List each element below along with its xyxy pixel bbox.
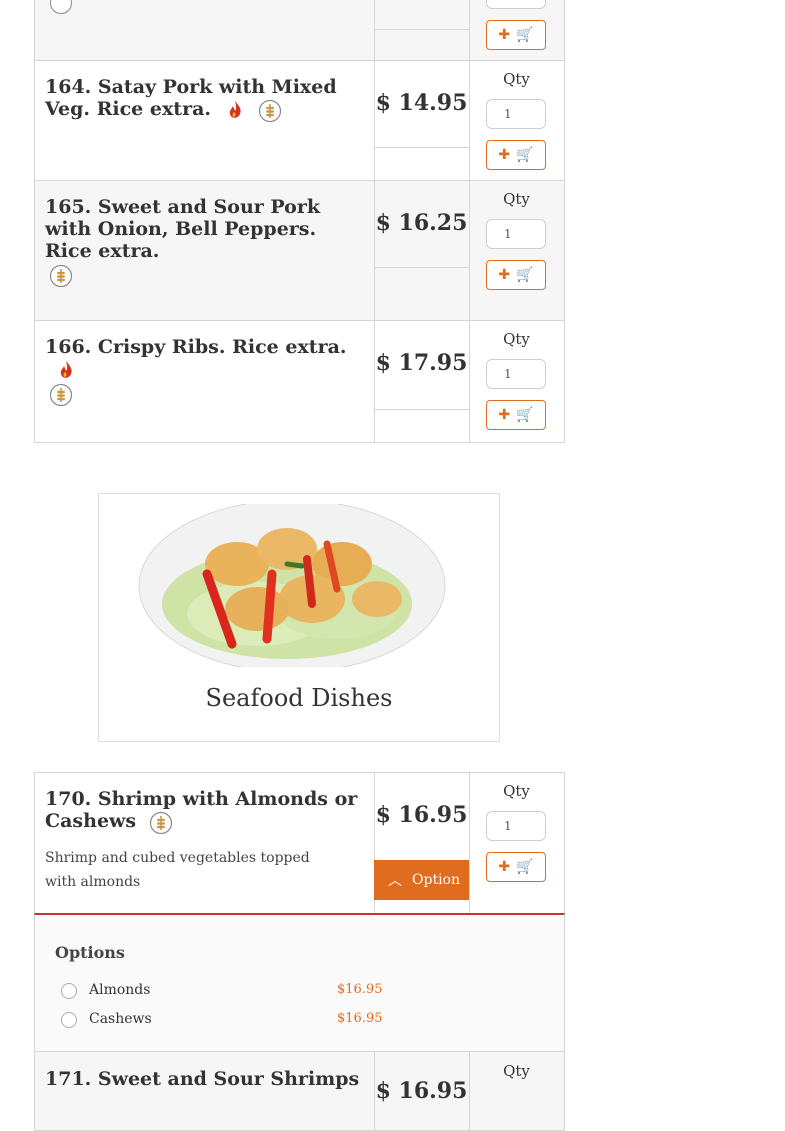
plus-icon: ✚ [498,147,511,163]
chevron-up-icon: ︿ [388,873,402,889]
add-to-cart-button[interactable]: ✚ 🛒 [486,140,546,170]
option-toggle-button[interactable]: ︿ Option [374,860,469,900]
add-to-cart-button[interactable]: ✚ 🛒 [486,852,546,882]
option-row-cashews[interactable]: Cashews $16.95 [61,1010,383,1032]
option-price: $16.95 [337,982,383,997]
plus-icon: ✚ [498,859,511,875]
spicy-icon [224,99,246,121]
qty-label: Qty [503,330,530,348]
option-price: $16.95 [337,1011,383,1026]
option-label: Cashews [89,1011,152,1027]
item-title: 166. Crispy Ribs. Rice extra. [45,336,366,407]
qty-label: Qty [503,70,530,88]
item-name-cell: 166. Crispy Ribs. Rice extra. [35,321,375,442]
radio-button[interactable] [61,983,77,999]
item-price: $ 16.25 [375,210,468,236]
add-to-cart-button[interactable]: ✚ 🛒 [486,260,546,290]
gluten-free-icon [49,264,73,288]
item-qty-cell: Qty [469,1052,564,1130]
item-qty-cell: Qty 1 ✚ 🛒 [469,181,564,320]
cart-icon: 🛒 [516,859,534,875]
item-price: $ 16.95 [375,1078,468,1104]
item-price-cell: $ 16.25 [374,181,470,320]
category-name: Seafood Dishes [205,684,393,712]
item-title: 164. Satay Pork with Mixed Veg. Rice ext… [45,76,337,123]
qty-input[interactable]: 1 [486,99,546,129]
spicy-icon [55,359,77,381]
radio-button[interactable] [61,1012,77,1028]
item-name-cell: 170. Shrimp with Almonds or Cashews Shri… [35,773,375,914]
item-price-cell [374,0,470,60]
item-price: $ 16.95 [375,802,468,828]
item-description: Shrimp and cubed vegetables topped with … [45,850,310,890]
item-price-cell: $ 16.95 ︿ Option [374,773,470,914]
plus-icon: ✚ [498,27,511,43]
qty-label: Qty [503,782,530,800]
category-card-seafood[interactable]: Seafood Dishes [98,493,500,742]
qty-input[interactable]: 1 [486,811,546,841]
option-row-almonds[interactable]: Almonds $16.95 [61,981,383,1003]
menu-item-row-partial: ✚ 🛒 [34,0,565,61]
menu-item-row: 166. Crispy Ribs. Rice extra. $ 17.95 Qt… [34,320,565,443]
item-title: 165. Sweet and Sour Pork with Onion, Bel… [45,196,366,288]
item-price: $ 17.95 [375,350,468,376]
add-to-cart-button[interactable]: ✚ 🛒 [486,400,546,430]
item-price-cell: $ 16.95 [374,1052,470,1130]
item-name-cell: 171. Sweet and Sour Shrimps [35,1052,375,1130]
gluten-free-icon [149,811,172,835]
item-qty-cell: ✚ 🛒 [469,0,564,60]
cart-icon: 🛒 [516,27,534,43]
plus-icon: ✚ [498,267,511,283]
qty-label: Qty [503,1062,530,1080]
item-name-cell: 164. Satay Pork with Mixed Veg. Rice ext… [35,61,375,180]
item-title: 170. Shrimp with Almonds or Cashews [45,788,358,835]
qty-input[interactable]: 1 [486,359,546,389]
cart-icon: 🛒 [516,147,534,163]
item-name-cell: 165. Sweet and Sour Pork with Onion, Bel… [35,181,375,320]
plus-icon: ✚ [498,407,511,423]
menu-item-row: 170. Shrimp with Almonds or Cashews Shri… [34,772,565,915]
item-title: 171. Sweet and Sour Shrimps [45,1068,360,1090]
gluten-free-icon [258,99,282,123]
options-panel: Options Almonds $16.95 Cashews $16.95 [34,913,565,1052]
qty-label: Qty [503,190,530,208]
cart-icon: 🛒 [516,267,534,283]
qty-input[interactable]: 1 [486,219,546,249]
menu-item-row: 164. Satay Pork with Mixed Veg. Rice ext… [34,60,565,181]
item-qty-cell: Qty 1 ✚ 🛒 [469,773,564,914]
category-image [137,504,447,667]
item-price-cell: $ 14.95 [374,61,470,180]
item-name-cell [35,0,375,60]
menu-item-row: 165. Sweet and Sour Pork with Onion, Bel… [34,180,565,321]
item-qty-cell: Qty 1 ✚ 🛒 [469,321,564,442]
menu-item-row: 171. Sweet and Sour Shrimps $ 16.95 Qty [34,1051,565,1131]
cart-icon: 🛒 [516,407,534,423]
item-price: $ 14.95 [375,90,468,116]
option-button-label: Option [412,872,460,888]
add-to-cart-button[interactable]: ✚ 🛒 [486,20,546,50]
gluten-free-icon [49,383,73,407]
gluten-free-icon [49,0,73,19]
item-qty-cell: Qty 1 ✚ 🛒 [469,61,564,180]
option-label: Almonds [89,982,151,998]
qty-input[interactable] [486,0,546,9]
options-title: Options [55,943,125,962]
item-price-cell: $ 17.95 [374,321,470,442]
